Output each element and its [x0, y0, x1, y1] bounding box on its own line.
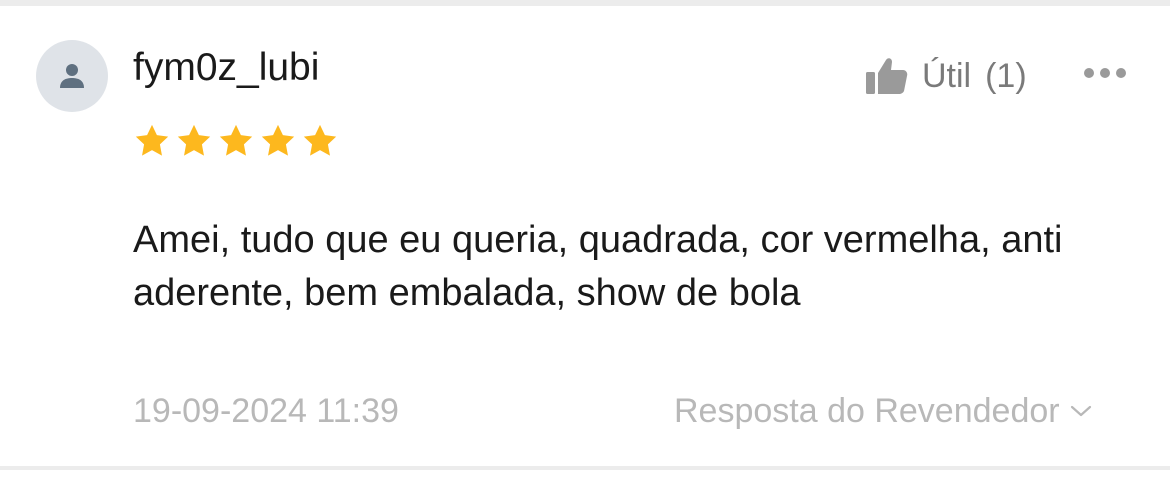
- seller-reply-toggle[interactable]: Resposta do Revendedor: [674, 391, 1092, 431]
- star-icon: [261, 124, 295, 156]
- star-icon: [219, 124, 253, 156]
- seller-reply-label: Resposta do Revendedor: [674, 392, 1060, 430]
- star-icon: [135, 124, 169, 156]
- star-icon: [177, 124, 211, 156]
- more-dot: [1100, 68, 1110, 78]
- review-comment: Amei, tudo que eu queria, quadrada, cor …: [133, 219, 1063, 314]
- user-icon: [60, 64, 84, 88]
- more-dot: [1116, 68, 1126, 78]
- thumbs-up-icon: [866, 58, 908, 94]
- review-date: 19-09-2024 11:39: [133, 392, 399, 430]
- bottom-divider: [0, 466, 1170, 470]
- more-options-button[interactable]: [1084, 64, 1126, 82]
- chevron-down-icon: [1070, 405, 1091, 417]
- star-icon: [303, 124, 337, 156]
- useful-label: Útil: [922, 57, 972, 95]
- avatar: [36, 40, 108, 112]
- useful-button[interactable]: Útil (1): [864, 56, 1027, 96]
- reviewer-name: fym0z_lubi: [133, 46, 320, 89]
- star-rating: [133, 122, 339, 160]
- more-dot: [1084, 68, 1094, 78]
- useful-count: (1): [985, 57, 1027, 95]
- review-card: fym0z_lubi Útil (1) Amei, tudo que eu qu…: [0, 6, 1170, 466]
